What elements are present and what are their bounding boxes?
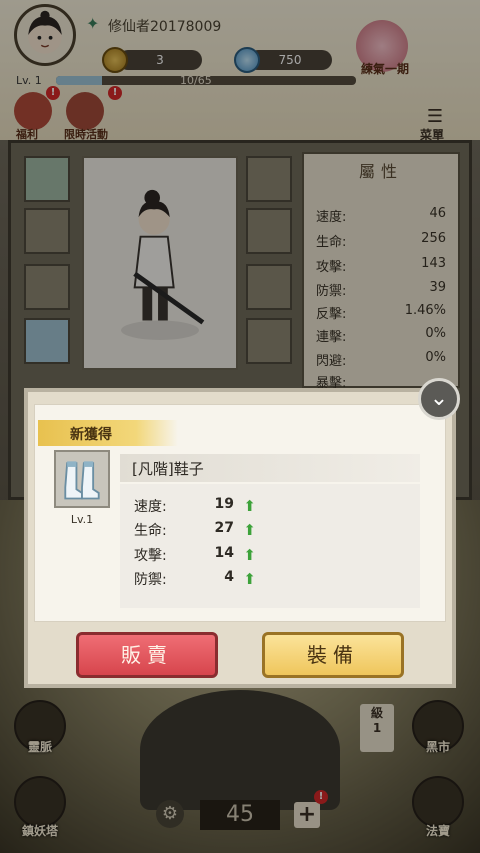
- stat-label: 生命:: [134, 523, 167, 539]
- item-icon-frame[interactable]: [54, 450, 110, 508]
- item-stat-row: 速度: 19 ⬆: [134, 496, 258, 516]
- boots-icon: [64, 461, 100, 500]
- stat-label: 攻擊:: [134, 548, 167, 564]
- new-item-title: 新獲得: [70, 427, 112, 443]
- stat-label: 防禦:: [134, 572, 167, 588]
- item-name: [凡階]鞋子: [132, 460, 204, 478]
- up-arrow-icon: ⬆: [243, 570, 256, 588]
- sell-button[interactable]: 販賣: [76, 632, 218, 678]
- item-stat-row: 防禦: 4 ⬆: [134, 569, 258, 589]
- up-arrow-icon: ⬆: [243, 521, 256, 539]
- item-stat-row: 攻擊: 14 ⬆: [134, 545, 258, 565]
- stat-value: 4: [224, 569, 234, 585]
- up-arrow-icon: ⬆: [243, 497, 256, 515]
- equip-button[interactable]: 裝備: [262, 632, 404, 678]
- stat-value: 27: [214, 520, 234, 536]
- stat-value: 19: [214, 496, 234, 512]
- collapse-chevron-icon[interactable]: ⌄: [418, 378, 460, 420]
- stat-value: 14: [214, 545, 234, 561]
- item-stat-row: 生命: 27 ⬆: [134, 520, 258, 540]
- stat-label: 速度:: [134, 499, 167, 515]
- item-level: Lv.1: [70, 513, 94, 526]
- up-arrow-icon: ⬆: [243, 546, 256, 564]
